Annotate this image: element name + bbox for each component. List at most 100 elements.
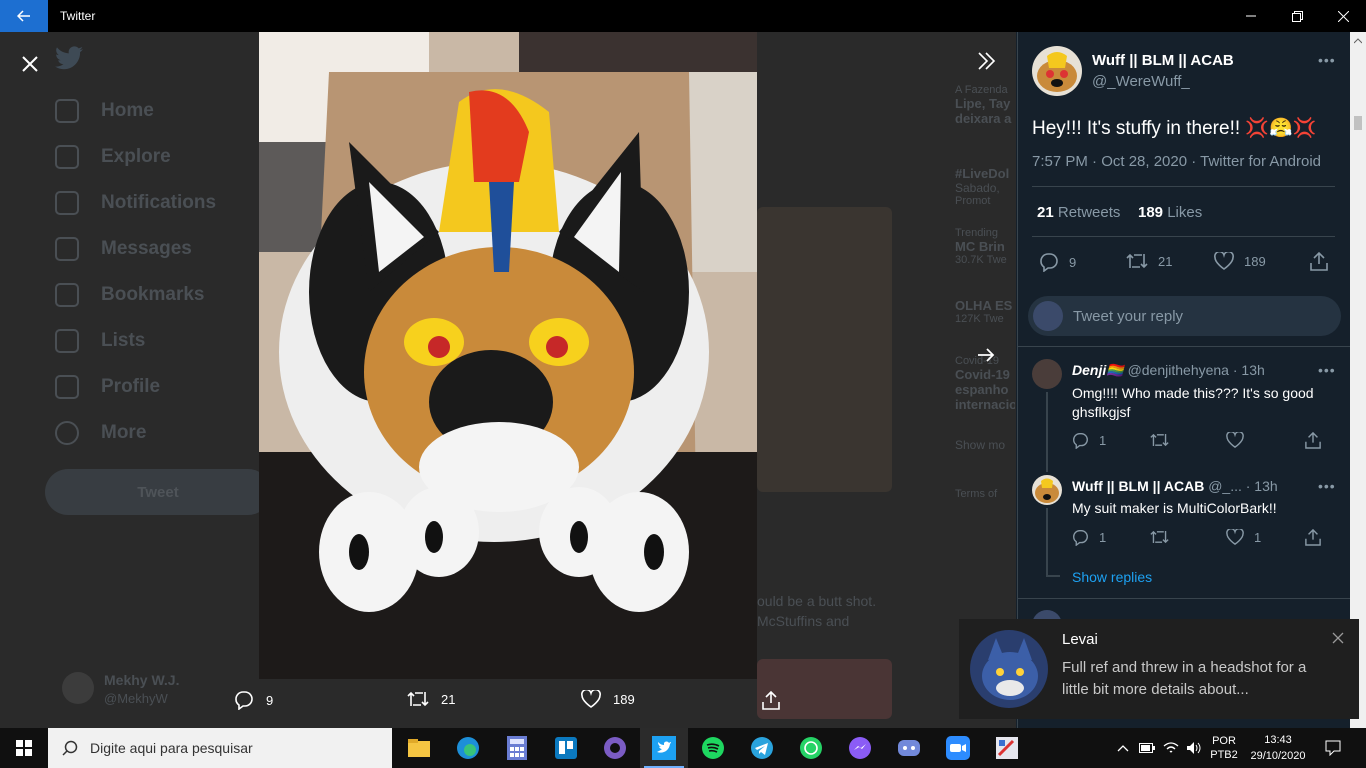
reply-author-handle[interactable]: @denjithehyena · 13h (1128, 362, 1265, 378)
media-photo[interactable] (259, 32, 757, 679)
notification-toast[interactable]: Levai Full ref and threw in a headshot f… (959, 619, 1359, 719)
list-icon (55, 329, 79, 353)
author-handle[interactable]: @_WereWuff_ (1092, 73, 1190, 90)
messenger-icon (849, 737, 871, 759)
taskbar-search[interactable]: Digite aqui para pesquisar (48, 728, 392, 768)
taskbar-telegram[interactable] (738, 728, 786, 768)
more-options-button[interactable]: ••• (1318, 52, 1336, 68)
media-reply-button[interactable]: 9 (234, 690, 273, 710)
taskbar-messenger[interactable] (836, 728, 884, 768)
back-button[interactable] (0, 0, 48, 32)
trend-title[interactable]: #LiveDol (955, 166, 1015, 181)
reply-author-name[interactable]: Denji🏳️‍🌈 (1072, 362, 1124, 378)
account-avatar[interactable] (62, 672, 94, 704)
taskbar-whatsapp[interactable] (787, 728, 835, 768)
keyboard-layout: PTB2 (1210, 749, 1238, 761)
reply-button[interactable]: 9 (1039, 252, 1076, 272)
media-retweet-button[interactable]: 21 (407, 690, 455, 708)
share-icon (1310, 251, 1328, 271)
author-name[interactable]: Wuff || BLM || ACAB (1092, 52, 1234, 69)
retweet-button[interactable]: 21 (1126, 252, 1172, 270)
tray-language[interactable]: POR PTB2 (1207, 728, 1241, 768)
sidebar-item-home[interactable]: Home (55, 88, 255, 134)
divider (1032, 236, 1335, 237)
trello-icon (555, 737, 577, 759)
toast-close-button[interactable] (1332, 631, 1344, 649)
sidebar-item-notifications[interactable]: Notifications (55, 180, 255, 226)
taskbar-paint[interactable] (983, 728, 1031, 768)
taskbar-calculator[interactable] (493, 728, 541, 768)
reply-composer[interactable] (1028, 296, 1341, 336)
scroll-thumb[interactable] (1354, 116, 1362, 130)
share-button[interactable] (1310, 251, 1338, 271)
bell-icon (55, 191, 79, 215)
reply-icon (1040, 253, 1058, 272)
reply-retweet-button[interactable] (1150, 529, 1179, 545)
reply-input[interactable] (1073, 307, 1313, 325)
sidebar-item-messages[interactable]: Messages (55, 226, 255, 272)
author-avatar[interactable] (1032, 46, 1082, 96)
likes-stat[interactable]: 189 Likes (1138, 204, 1202, 221)
reply-like-button[interactable] (1226, 432, 1254, 448)
sidebar-item-profile[interactable]: Profile (55, 364, 255, 410)
reply-like-button[interactable]: 1 (1226, 529, 1261, 545)
tweet-timestamp[interactable]: 7:57 PM · Oct 28, 2020 · Twitter for And… (1032, 153, 1321, 170)
reply-author-name[interactable]: Wuff || BLM || ACAB (1072, 478, 1204, 494)
trend-title[interactable]: MC Brin (955, 239, 1015, 254)
action-center-button[interactable] (1318, 728, 1348, 768)
reply-avatar[interactable] (1032, 475, 1062, 505)
tray-battery[interactable] (1136, 728, 1158, 768)
taskbar-zoom[interactable] (934, 728, 982, 768)
reply-retweet-button[interactable] (1150, 432, 1179, 448)
tray-wifi[interactable] (1160, 728, 1182, 768)
reply-more-button[interactable]: ••• (1318, 362, 1336, 378)
terms-link[interactable]: Terms of (955, 488, 1015, 500)
close-media-button[interactable] (14, 48, 46, 80)
reply-reply-count: 1 (1099, 433, 1107, 448)
reply-share-button[interactable] (1305, 431, 1331, 449)
trend-subtitle: Sabado, (955, 181, 1000, 195)
minimize-button[interactable] (1228, 0, 1274, 32)
search-icon (62, 740, 78, 756)
close-window-button[interactable] (1320, 0, 1366, 32)
zoom-icon (946, 736, 970, 760)
taskbar-discord[interactable] (885, 728, 933, 768)
chevron-up-icon (1117, 745, 1129, 752)
trend-title[interactable]: OLHA ES (955, 298, 1015, 313)
taskbar-torrent[interactable] (591, 728, 639, 768)
sidebar-item-explore[interactable]: Explore (55, 134, 255, 180)
taskbar-file-explorer[interactable] (395, 728, 443, 768)
account-handle: @MekhyW (104, 691, 168, 706)
trend-title[interactable]: Lipe, Tay (955, 96, 1015, 111)
like-button[interactable]: 189 (1214, 252, 1266, 270)
media-like-button[interactable]: 189 (581, 690, 635, 708)
reply-reply-button[interactable]: 1 (1072, 432, 1106, 449)
reply-author-handle[interactable]: @_... · 13h (1208, 478, 1277, 494)
reply-share-button[interactable] (1305, 528, 1331, 546)
sidebar-item-label: Profile (101, 376, 161, 397)
reply-avatar[interactable] (1032, 359, 1062, 389)
show-replies-link[interactable]: Show replies (1072, 569, 1152, 585)
start-button[interactable] (0, 728, 48, 768)
show-more-link[interactable]: Show mo (955, 438, 1015, 452)
tweet-compose-button[interactable]: Tweet (45, 469, 271, 515)
sidebar-item-more[interactable]: More (55, 410, 255, 456)
divider (1032, 186, 1335, 187)
sidebar-item-bookmarks[interactable]: Bookmarks (55, 272, 255, 318)
media-share-button[interactable] (762, 690, 792, 710)
taskbar-twitter[interactable] (640, 728, 688, 768)
taskbar-trello[interactable] (542, 728, 590, 768)
maximize-button[interactable] (1274, 0, 1320, 32)
reply-reply-button[interactable]: 1 (1072, 529, 1106, 546)
sidebar-item-lists[interactable]: Lists (55, 318, 255, 364)
more-circle-icon (55, 421, 79, 445)
retweets-stat[interactable]: 21 Retweets (1037, 204, 1120, 221)
taskbar-edge[interactable] (444, 728, 492, 768)
tray-show-hidden[interactable] (1113, 728, 1133, 768)
next-media-button[interactable] (971, 340, 1001, 370)
taskbar-spotify[interactable] (689, 728, 737, 768)
tray-volume[interactable] (1183, 728, 1205, 768)
reply-more-button[interactable]: ••• (1318, 478, 1336, 494)
tray-clock[interactable]: 13:43 29/10/2020 (1245, 728, 1311, 768)
collapse-panel-button[interactable] (971, 46, 1001, 76)
